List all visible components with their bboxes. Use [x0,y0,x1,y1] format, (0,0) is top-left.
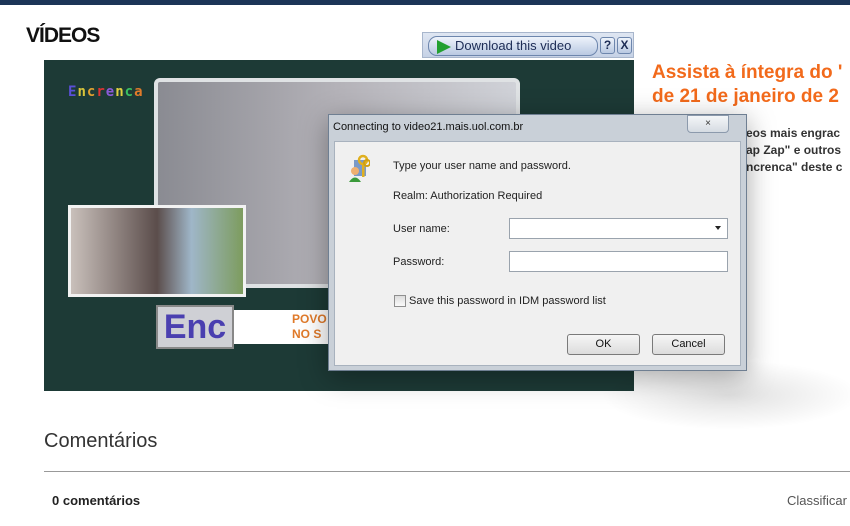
username-combobox[interactable] [509,218,728,239]
video-headline: Assista à íntegra do ' de 21 de janeiro … [652,61,842,109]
download-label: Download this video [455,38,572,53]
description-line: ncrenca" deste c [746,160,843,174]
headline-line: de 21 de janeiro de 2 [652,86,839,107]
save-password-checkbox[interactable] [394,295,406,307]
realm-text: Realm: Authorization Required [393,190,543,202]
cancel-button[interactable]: Cancel [652,334,725,355]
dialog-close-button[interactable]: × [687,115,729,133]
show-badge: Enc [156,305,234,349]
dropdown-arrow-icon[interactable] [715,226,721,230]
save-password-label[interactable]: Save this password in IDM password list [409,295,606,307]
help-button[interactable]: ? [600,37,615,54]
password-field[interactable] [509,251,728,272]
username-label: User name: [393,223,450,235]
top-nav-bar [0,0,850,5]
idm-download-bar: Download this video ? X [422,32,634,58]
download-video-button[interactable]: Download this video [428,36,598,56]
video-description: eos mais engrac ap Zap" e outros ncrenca… [746,125,842,176]
show-logo: Encrenca [68,84,144,100]
password-label: Password: [393,256,445,268]
dialog-prompt: Type your user name and password. [393,160,571,172]
auth-dialog: Connecting to video21.mais.uol.com.br × … [328,114,747,371]
dialog-body: Type your user name and password. Realm:… [334,141,741,366]
description-line: eos mais engrac [746,126,841,140]
description-line: ap Zap" e outros [746,143,842,157]
section-title: VÍDEOS [26,24,100,47]
video-frame-inset [68,205,246,297]
close-bar-button[interactable]: X [617,37,632,54]
dialog-title: Connecting to video21.mais.uol.com.br [333,121,524,133]
comments-title: Comentários [44,430,158,452]
headline-line: Assista à íntegra do ' [652,62,843,83]
play-icon [437,40,451,54]
comments-count: 0 comentários [52,493,141,508]
divider [44,471,850,472]
keys-user-icon [349,154,370,182]
ok-button[interactable]: OK [567,334,640,355]
sort-dropdown[interactable]: Classificar [787,493,847,508]
